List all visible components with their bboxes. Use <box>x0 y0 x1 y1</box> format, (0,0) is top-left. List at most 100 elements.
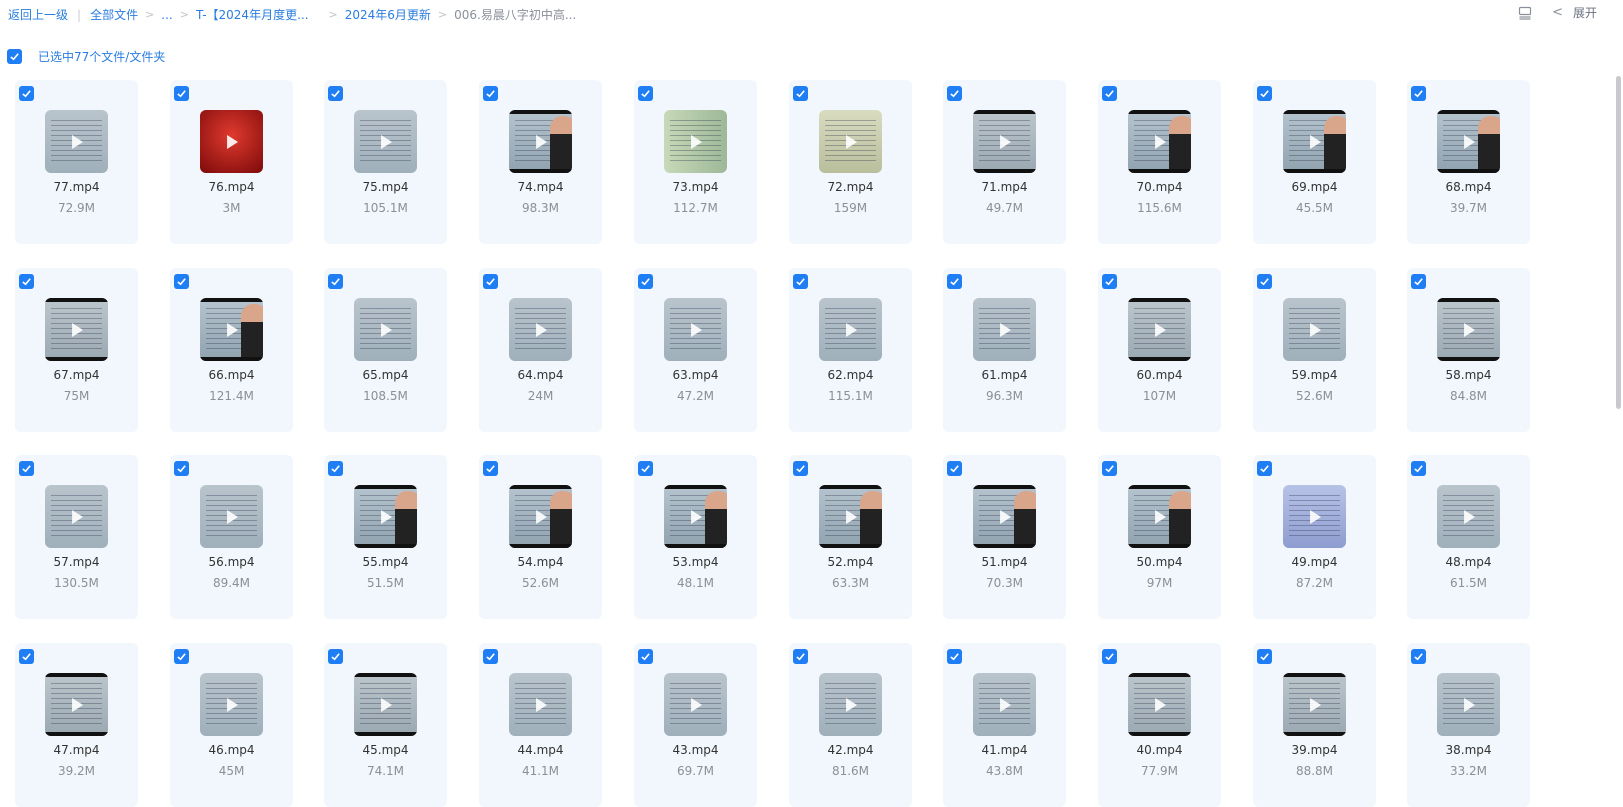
video-thumbnail[interactable] <box>200 485 263 548</box>
video-thumbnail[interactable] <box>509 298 572 361</box>
file-checkbox[interactable] <box>328 649 343 664</box>
file-checkbox[interactable] <box>483 649 498 664</box>
file-name[interactable]: 38.mp4 <box>1407 743 1530 757</box>
file-checkbox[interactable] <box>1257 274 1272 289</box>
file-checkbox[interactable] <box>328 274 343 289</box>
video-thumbnail[interactable] <box>45 485 108 548</box>
file-name[interactable]: 68.mp4 <box>1407 180 1530 194</box>
file-name[interactable]: 45.mp4 <box>324 743 447 757</box>
video-thumbnail[interactable] <box>1437 485 1500 548</box>
file-checkbox[interactable] <box>947 86 962 101</box>
file-name[interactable]: 71.mp4 <box>943 180 1066 194</box>
file-name[interactable]: 64.mp4 <box>479 368 602 382</box>
video-thumbnail[interactable] <box>509 110 572 173</box>
file-checkbox[interactable] <box>793 86 808 101</box>
back-link[interactable]: 返回上一级 <box>8 6 68 23</box>
file-checkbox[interactable] <box>1411 461 1426 476</box>
file-checkbox[interactable] <box>483 274 498 289</box>
file-card[interactable]: 44.mp4 41.1M <box>479 643 602 807</box>
file-card[interactable]: 53.mp4 48.1M <box>634 455 757 619</box>
file-checkbox[interactable] <box>1102 649 1117 664</box>
select-all-checkbox[interactable] <box>7 49 22 64</box>
file-card[interactable]: 40.mp4 77.9M <box>1098 643 1221 807</box>
file-card[interactable]: 70.mp4 115.6M <box>1098 80 1221 244</box>
file-name[interactable]: 61.mp4 <box>943 368 1066 382</box>
file-name[interactable]: 62.mp4 <box>789 368 912 382</box>
breadcrumb-item-monthly[interactable]: T-【2024年月度更... <box>196 6 309 23</box>
file-card[interactable]: 62.mp4 115.1M <box>789 268 912 432</box>
file-name[interactable]: 44.mp4 <box>479 743 602 757</box>
file-card[interactable]: 47.mp4 39.2M <box>15 643 138 807</box>
video-thumbnail[interactable] <box>509 673 572 736</box>
file-card[interactable]: 68.mp4 39.7M <box>1407 80 1530 244</box>
file-card[interactable]: 71.mp4 49.7M <box>943 80 1066 244</box>
file-card[interactable]: 52.mp4 63.3M <box>789 455 912 619</box>
file-checkbox[interactable] <box>793 461 808 476</box>
video-thumbnail[interactable] <box>664 298 727 361</box>
file-card[interactable]: 38.mp4 33.2M <box>1407 643 1530 807</box>
file-name[interactable]: 65.mp4 <box>324 368 447 382</box>
file-name[interactable]: 42.mp4 <box>789 743 912 757</box>
file-card[interactable]: 49.mp4 87.2M <box>1253 455 1376 619</box>
file-card[interactable]: 59.mp4 52.6M <box>1253 268 1376 432</box>
breadcrumb-item-june[interactable]: 2024年6月更新 <box>345 6 431 23</box>
file-card[interactable]: 76.mp4 3M <box>170 80 293 244</box>
file-card[interactable]: 60.mp4 107M <box>1098 268 1221 432</box>
file-checkbox[interactable] <box>1257 649 1272 664</box>
video-thumbnail[interactable] <box>354 673 417 736</box>
video-thumbnail[interactable] <box>200 110 263 173</box>
video-thumbnail[interactable] <box>819 110 882 173</box>
file-name[interactable]: 72.mp4 <box>789 180 912 194</box>
list-view-icon[interactable] <box>1518 6 1532 20</box>
file-name[interactable]: 69.mp4 <box>1253 180 1376 194</box>
file-checkbox[interactable] <box>19 86 34 101</box>
video-thumbnail[interactable] <box>819 298 882 361</box>
file-name[interactable]: 53.mp4 <box>634 555 757 569</box>
video-thumbnail[interactable] <box>1283 298 1346 361</box>
video-thumbnail[interactable] <box>973 110 1036 173</box>
file-card[interactable]: 46.mp4 45M <box>170 643 293 807</box>
file-checkbox[interactable] <box>174 649 189 664</box>
file-name[interactable]: 41.mp4 <box>943 743 1066 757</box>
file-card[interactable]: 51.mp4 70.3M <box>943 455 1066 619</box>
file-name[interactable]: 52.mp4 <box>789 555 912 569</box>
file-name[interactable]: 66.mp4 <box>170 368 293 382</box>
video-thumbnail[interactable] <box>200 298 263 361</box>
file-checkbox[interactable] <box>793 649 808 664</box>
video-thumbnail[interactable] <box>973 485 1036 548</box>
file-card[interactable]: 69.mp4 45.5M <box>1253 80 1376 244</box>
file-name[interactable]: 57.mp4 <box>15 555 138 569</box>
file-card[interactable]: 61.mp4 96.3M <box>943 268 1066 432</box>
video-thumbnail[interactable] <box>1437 110 1500 173</box>
file-card[interactable]: 65.mp4 108.5M <box>324 268 447 432</box>
file-name[interactable]: 46.mp4 <box>170 743 293 757</box>
video-thumbnail[interactable] <box>1283 110 1346 173</box>
video-thumbnail[interactable] <box>1283 485 1346 548</box>
file-card[interactable]: 45.mp4 74.1M <box>324 643 447 807</box>
chevron-left-icon[interactable]: < <box>1552 5 1563 20</box>
file-card[interactable]: 48.mp4 61.5M <box>1407 455 1530 619</box>
video-thumbnail[interactable] <box>1128 485 1191 548</box>
file-card[interactable]: 64.mp4 24M <box>479 268 602 432</box>
video-thumbnail[interactable] <box>664 110 727 173</box>
video-thumbnail[interactable] <box>1128 673 1191 736</box>
video-thumbnail[interactable] <box>664 673 727 736</box>
file-checkbox[interactable] <box>1411 649 1426 664</box>
file-checkbox[interactable] <box>1102 86 1117 101</box>
file-checkbox[interactable] <box>638 649 653 664</box>
expand-button[interactable]: 展开 <box>1573 4 1597 21</box>
file-name[interactable]: 47.mp4 <box>15 743 138 757</box>
file-name[interactable]: 63.mp4 <box>634 368 757 382</box>
file-checkbox[interactable] <box>328 86 343 101</box>
file-checkbox[interactable] <box>1102 274 1117 289</box>
video-thumbnail[interactable] <box>1128 110 1191 173</box>
file-checkbox[interactable] <box>174 86 189 101</box>
file-card[interactable]: 54.mp4 52.6M <box>479 455 602 619</box>
file-checkbox[interactable] <box>174 461 189 476</box>
file-card[interactable]: 39.mp4 88.8M <box>1253 643 1376 807</box>
video-thumbnail[interactable] <box>1128 298 1191 361</box>
file-checkbox[interactable] <box>947 274 962 289</box>
file-name[interactable]: 51.mp4 <box>943 555 1066 569</box>
breadcrumb-ellipsis[interactable]: ... <box>161 8 172 22</box>
file-checkbox[interactable] <box>638 461 653 476</box>
